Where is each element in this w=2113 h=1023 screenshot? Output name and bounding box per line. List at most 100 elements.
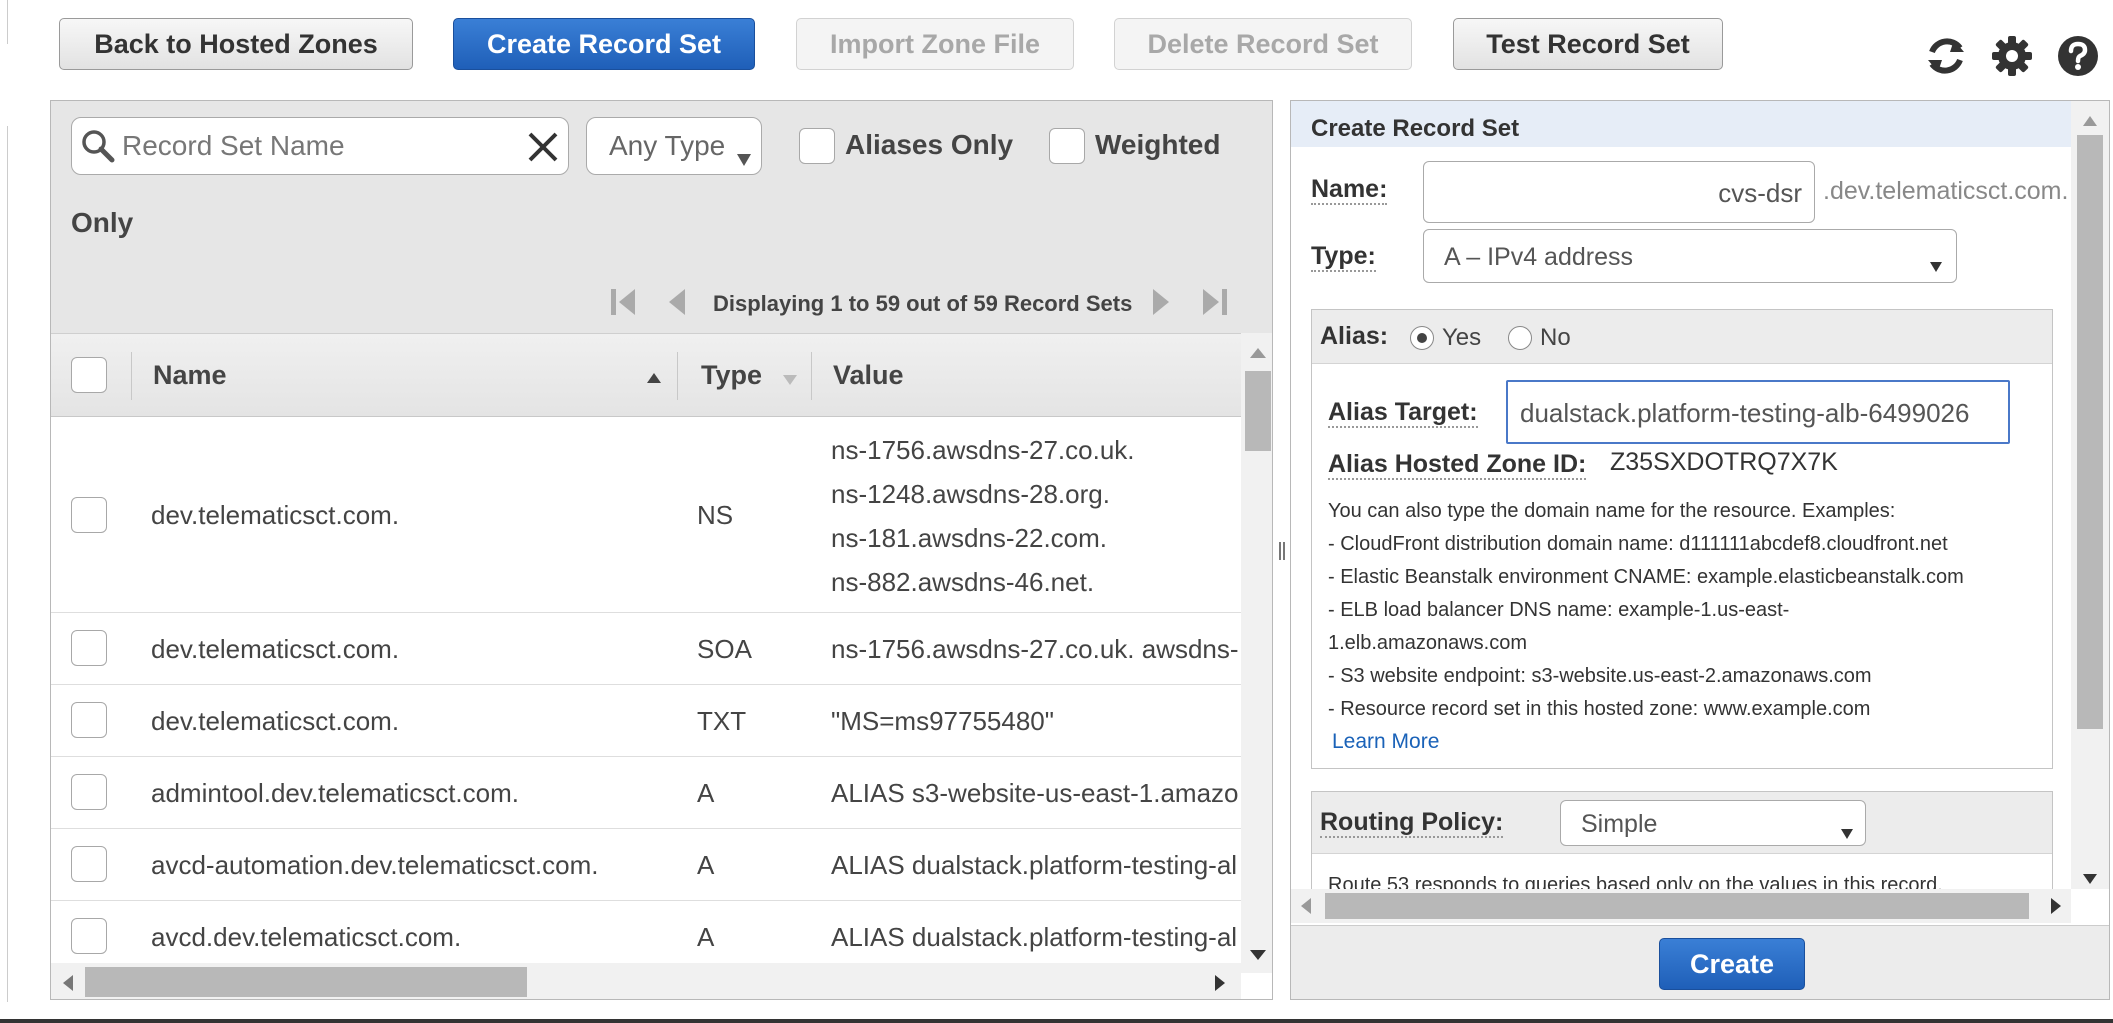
record-name-input[interactable]: cvs-dsr bbox=[1423, 161, 1815, 223]
routing-policy-section: Routing Policy: Simple Route 53 responds… bbox=[1311, 791, 2053, 901]
alias-section-header: Alias: Yes No bbox=[1312, 310, 2052, 364]
last-page-icon[interactable] bbox=[1197, 285, 1231, 319]
panel-resize-handle[interactable] bbox=[1276, 540, 1288, 562]
record-name: dev.telematicsct.com. bbox=[151, 706, 400, 736]
previous-page-icon[interactable] bbox=[661, 285, 695, 319]
row-checkbox[interactable] bbox=[71, 846, 107, 882]
routing-policy-header: Routing Policy: Simple bbox=[1312, 792, 2052, 854]
test-record-set-button[interactable]: Test Record Set bbox=[1453, 18, 1723, 70]
first-page-icon[interactable] bbox=[607, 285, 641, 319]
record-type: A bbox=[697, 778, 715, 808]
learn-more-link[interactable]: Learn More bbox=[1332, 730, 1439, 754]
scrollbar-thumb[interactable] bbox=[1245, 371, 1271, 451]
type-column-header[interactable]: Type bbox=[701, 360, 762, 391]
record-value: "MS=ms97755480" bbox=[831, 706, 1054, 736]
panel-footer: Create bbox=[1291, 925, 2109, 999]
zone-suffix: .dev.telematicsct.com. bbox=[1823, 177, 2069, 205]
name-label: Name: bbox=[1311, 175, 1388, 205]
back-to-hosted-zones-button[interactable]: Back to Hosted Zones bbox=[59, 18, 413, 70]
create-button[interactable]: Create bbox=[1659, 938, 1805, 990]
scroll-right-icon[interactable] bbox=[1215, 975, 1225, 996]
search-placeholder: Record Set Name bbox=[122, 130, 345, 161]
chevron-down-icon bbox=[1841, 817, 1853, 846]
alias-yes-radio[interactable] bbox=[1410, 326, 1434, 350]
record-type: TXT bbox=[697, 706, 747, 736]
aliases-only-checkbox[interactable] bbox=[799, 128, 835, 164]
scroll-left-icon[interactable] bbox=[1301, 898, 1311, 919]
record-value: ns-882.awsdns-46.net. bbox=[831, 567, 1095, 597]
record-name: avcd.dev.telematicsct.com. bbox=[151, 922, 462, 952]
scroll-up-icon[interactable] bbox=[2083, 113, 2097, 131]
alias-yes-label: Yes bbox=[1442, 324, 1482, 351]
record-value: ALIAS s3-website-us-east-1.amazo bbox=[831, 778, 1239, 808]
routing-policy-value: Simple bbox=[1581, 810, 1658, 838]
row-checkbox[interactable] bbox=[71, 702, 107, 738]
panel-horizontal-scrollbar[interactable] bbox=[1291, 889, 2071, 923]
row-checkbox[interactable] bbox=[71, 497, 107, 533]
value-column-header[interactable]: Value bbox=[833, 360, 904, 391]
scroll-left-icon[interactable] bbox=[63, 975, 73, 996]
scroll-down-icon[interactable] bbox=[2083, 871, 2097, 889]
help-text: - Elastic Beanstalk environment CNAME: e… bbox=[1328, 566, 1964, 588]
select-all-checkbox[interactable] bbox=[71, 357, 107, 393]
chevron-down-icon bbox=[1930, 250, 1942, 279]
type-filter-select[interactable]: Any Type bbox=[586, 117, 762, 175]
alias-label: Alias: bbox=[1320, 322, 1389, 350]
scroll-up-icon[interactable] bbox=[1250, 345, 1266, 363]
table-row[interactable]: avcd-automation.dev.telematicsct.com. A … bbox=[51, 829, 1241, 901]
weighted-only-checkbox[interactable] bbox=[1049, 128, 1085, 164]
table-horizontal-scrollbar[interactable] bbox=[51, 963, 1241, 999]
table-row[interactable]: dev.telematicsct.com. SOA ns-1756.awsdns… bbox=[51, 613, 1241, 685]
record-type-select[interactable]: A – IPv4 address bbox=[1423, 229, 1957, 283]
record-value: ns-1756.awsdns-27.co.uk. bbox=[831, 435, 1135, 465]
panel-vertical-scrollbar[interactable] bbox=[2071, 101, 2109, 889]
routing-policy-select[interactable]: Simple bbox=[1560, 800, 1866, 846]
alias-no-radio[interactable] bbox=[1508, 326, 1532, 350]
alias-no-label: No bbox=[1540, 324, 1571, 351]
pager-status-text: Displaying 1 to 59 out of 59 Record Sets bbox=[713, 291, 1133, 316]
table-row[interactable]: dev.telematicsct.com. TXT "MS=ms97755480… bbox=[51, 685, 1241, 757]
scroll-down-icon[interactable] bbox=[1250, 947, 1266, 965]
edge-divider-bottom bbox=[0, 126, 8, 1002]
weighted-only-label-continued: Only bbox=[71, 207, 134, 238]
help-text: - CloudFront distribution domain name: d… bbox=[1328, 533, 1948, 555]
table-header: Name Type Value bbox=[51, 333, 1241, 417]
scrollbar-thumb[interactable] bbox=[85, 967, 527, 997]
alias-target-input[interactable]: dualstack.platform-testing-alb-6499026 bbox=[1506, 380, 2010, 444]
row-checkbox[interactable] bbox=[71, 918, 107, 954]
search-input[interactable]: Record Set Name bbox=[71, 117, 569, 175]
search-icon bbox=[80, 128, 116, 169]
column-divider bbox=[131, 352, 132, 400]
panel-title: Create Record Set bbox=[1291, 101, 2071, 147]
scrollbar-thumb[interactable] bbox=[2077, 135, 2103, 729]
row-checkbox[interactable] bbox=[71, 774, 107, 810]
record-name: avcd-automation.dev.telematicsct.com. bbox=[151, 850, 599, 880]
table-row[interactable]: admintool.dev.telematicsct.com. A ALIAS … bbox=[51, 757, 1241, 829]
table-row[interactable]: avcd.dev.telematicsct.com. A ALIAS duals… bbox=[51, 901, 1241, 963]
column-divider bbox=[811, 352, 812, 400]
help-text: 1.elb.amazonaws.com bbox=[1328, 632, 1527, 654]
delete-record-set-button[interactable]: Delete Record Set bbox=[1114, 18, 1412, 70]
import-zone-file-button[interactable]: Import Zone File bbox=[796, 18, 1074, 70]
help-text: - S3 website endpoint: s3-website.us-eas… bbox=[1328, 665, 1872, 687]
refresh-icon[interactable] bbox=[1924, 34, 1968, 78]
scroll-right-icon[interactable] bbox=[2051, 898, 2061, 919]
alias-target-label: Alias Target: bbox=[1328, 398, 1478, 428]
row-checkbox[interactable] bbox=[71, 630, 107, 666]
alias-target-value: dualstack.platform-testing-alb-6499026 bbox=[1520, 398, 1970, 428]
clear-search-icon[interactable] bbox=[526, 130, 560, 169]
sort-ascending-icon[interactable] bbox=[647, 370, 661, 388]
type-label: Type: bbox=[1311, 242, 1376, 272]
table-vertical-scrollbar[interactable] bbox=[1241, 333, 1272, 973]
help-icon[interactable] bbox=[2056, 34, 2100, 78]
scrollbar-thumb[interactable] bbox=[1325, 893, 2029, 919]
create-record-set-button[interactable]: Create Record Set bbox=[453, 18, 755, 70]
next-page-icon[interactable] bbox=[1143, 285, 1177, 319]
aliases-only-label: Aliases Only bbox=[845, 129, 1014, 160]
table-row[interactable]: dev.telematicsct.com. NS ns-1756.awsdns-… bbox=[51, 417, 1241, 613]
record-value: ns-1756.awsdns-27.co.uk. awsdns- bbox=[831, 634, 1239, 664]
gear-icon[interactable] bbox=[1990, 34, 2034, 78]
name-column-header[interactable]: Name bbox=[153, 360, 227, 391]
sort-indicator-icon[interactable] bbox=[783, 372, 797, 390]
alias-hosted-zone-label: Alias Hosted Zone ID: bbox=[1328, 450, 1587, 480]
